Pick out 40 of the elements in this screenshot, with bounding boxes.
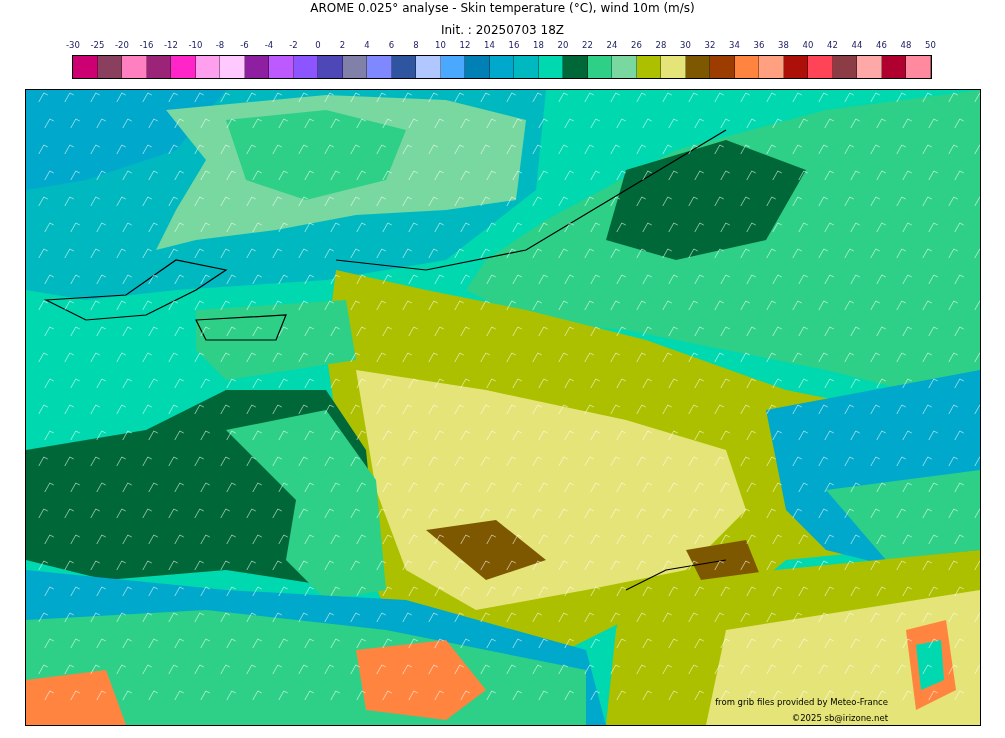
colorbar-tick-label: 40 <box>801 39 815 52</box>
colorbar-tick-label: -2 <box>288 39 299 52</box>
copyright-credit: ©2025 sb@irizone.net <box>791 713 888 723</box>
chart-subtitle: Init. : 20250703 18Z <box>439 23 566 39</box>
colorbar-tick-label: 10 <box>434 39 447 52</box>
colorbar-tick-label: -8 <box>214 39 226 52</box>
colorbar-tick-label: 46 <box>875 39 888 52</box>
colorbar-tick-label: 44 <box>850 39 864 52</box>
data-source-credit: from grib files provided by Meteo-France <box>715 697 888 707</box>
colorbar-tick-label: 0 <box>314 39 322 52</box>
colorbar-tick-label: 30 <box>679 39 692 52</box>
colorbar-tick-label: -16 <box>138 39 155 52</box>
colorbar-tick-label: 20 <box>556 39 570 52</box>
colorbar-tick-label: -6 <box>239 39 250 52</box>
colorbar-tick-label: 34 <box>728 39 741 52</box>
colorbar-tick-label: -4 <box>263 39 275 52</box>
colorbar-tick-label: 12 <box>458 39 472 52</box>
colorbar-tick-label: 16 <box>507 39 521 52</box>
colorbar-tick-label: 36 <box>752 39 766 52</box>
colorbar-tick-label: 24 <box>605 39 619 52</box>
chart-title: AROME 0.025° analyse - Skin temperature (°C), wind 10m (m/s) <box>309 0 696 17</box>
colorbar-tick-label: -10 <box>187 39 204 52</box>
colorbar-tick-label: -12 <box>163 39 179 52</box>
colorbar-tick-label: 14 <box>483 39 496 52</box>
colorbar-tick-label: 38 <box>777 39 790 52</box>
colorbar-tick-label: -20 <box>114 39 130 52</box>
colorbar-tick-label: -30 <box>65 39 81 52</box>
colorbar-tick-label: 32 <box>703 39 717 52</box>
colorbar-tick-label: -25 <box>89 39 106 52</box>
colorbar-tick-label: 2 <box>338 39 347 52</box>
colorbar-tick-label: 28 <box>654 39 668 52</box>
colorbar-tick-label: 42 <box>826 39 839 52</box>
colorbar-tick-label: 48 <box>899 39 913 52</box>
colorbar-tick-label: 6 <box>387 39 396 52</box>
colorbar-tick-label: 26 <box>630 39 643 52</box>
colorbar-tick-label: 22 <box>581 39 594 52</box>
colorbar-tick-label: 8 <box>412 39 420 52</box>
colorbar-tick-label: 18 <box>532 39 545 52</box>
colorbar-tick-label: 50 <box>924 39 937 52</box>
colorbar-tick-label: 4 <box>363 39 371 52</box>
